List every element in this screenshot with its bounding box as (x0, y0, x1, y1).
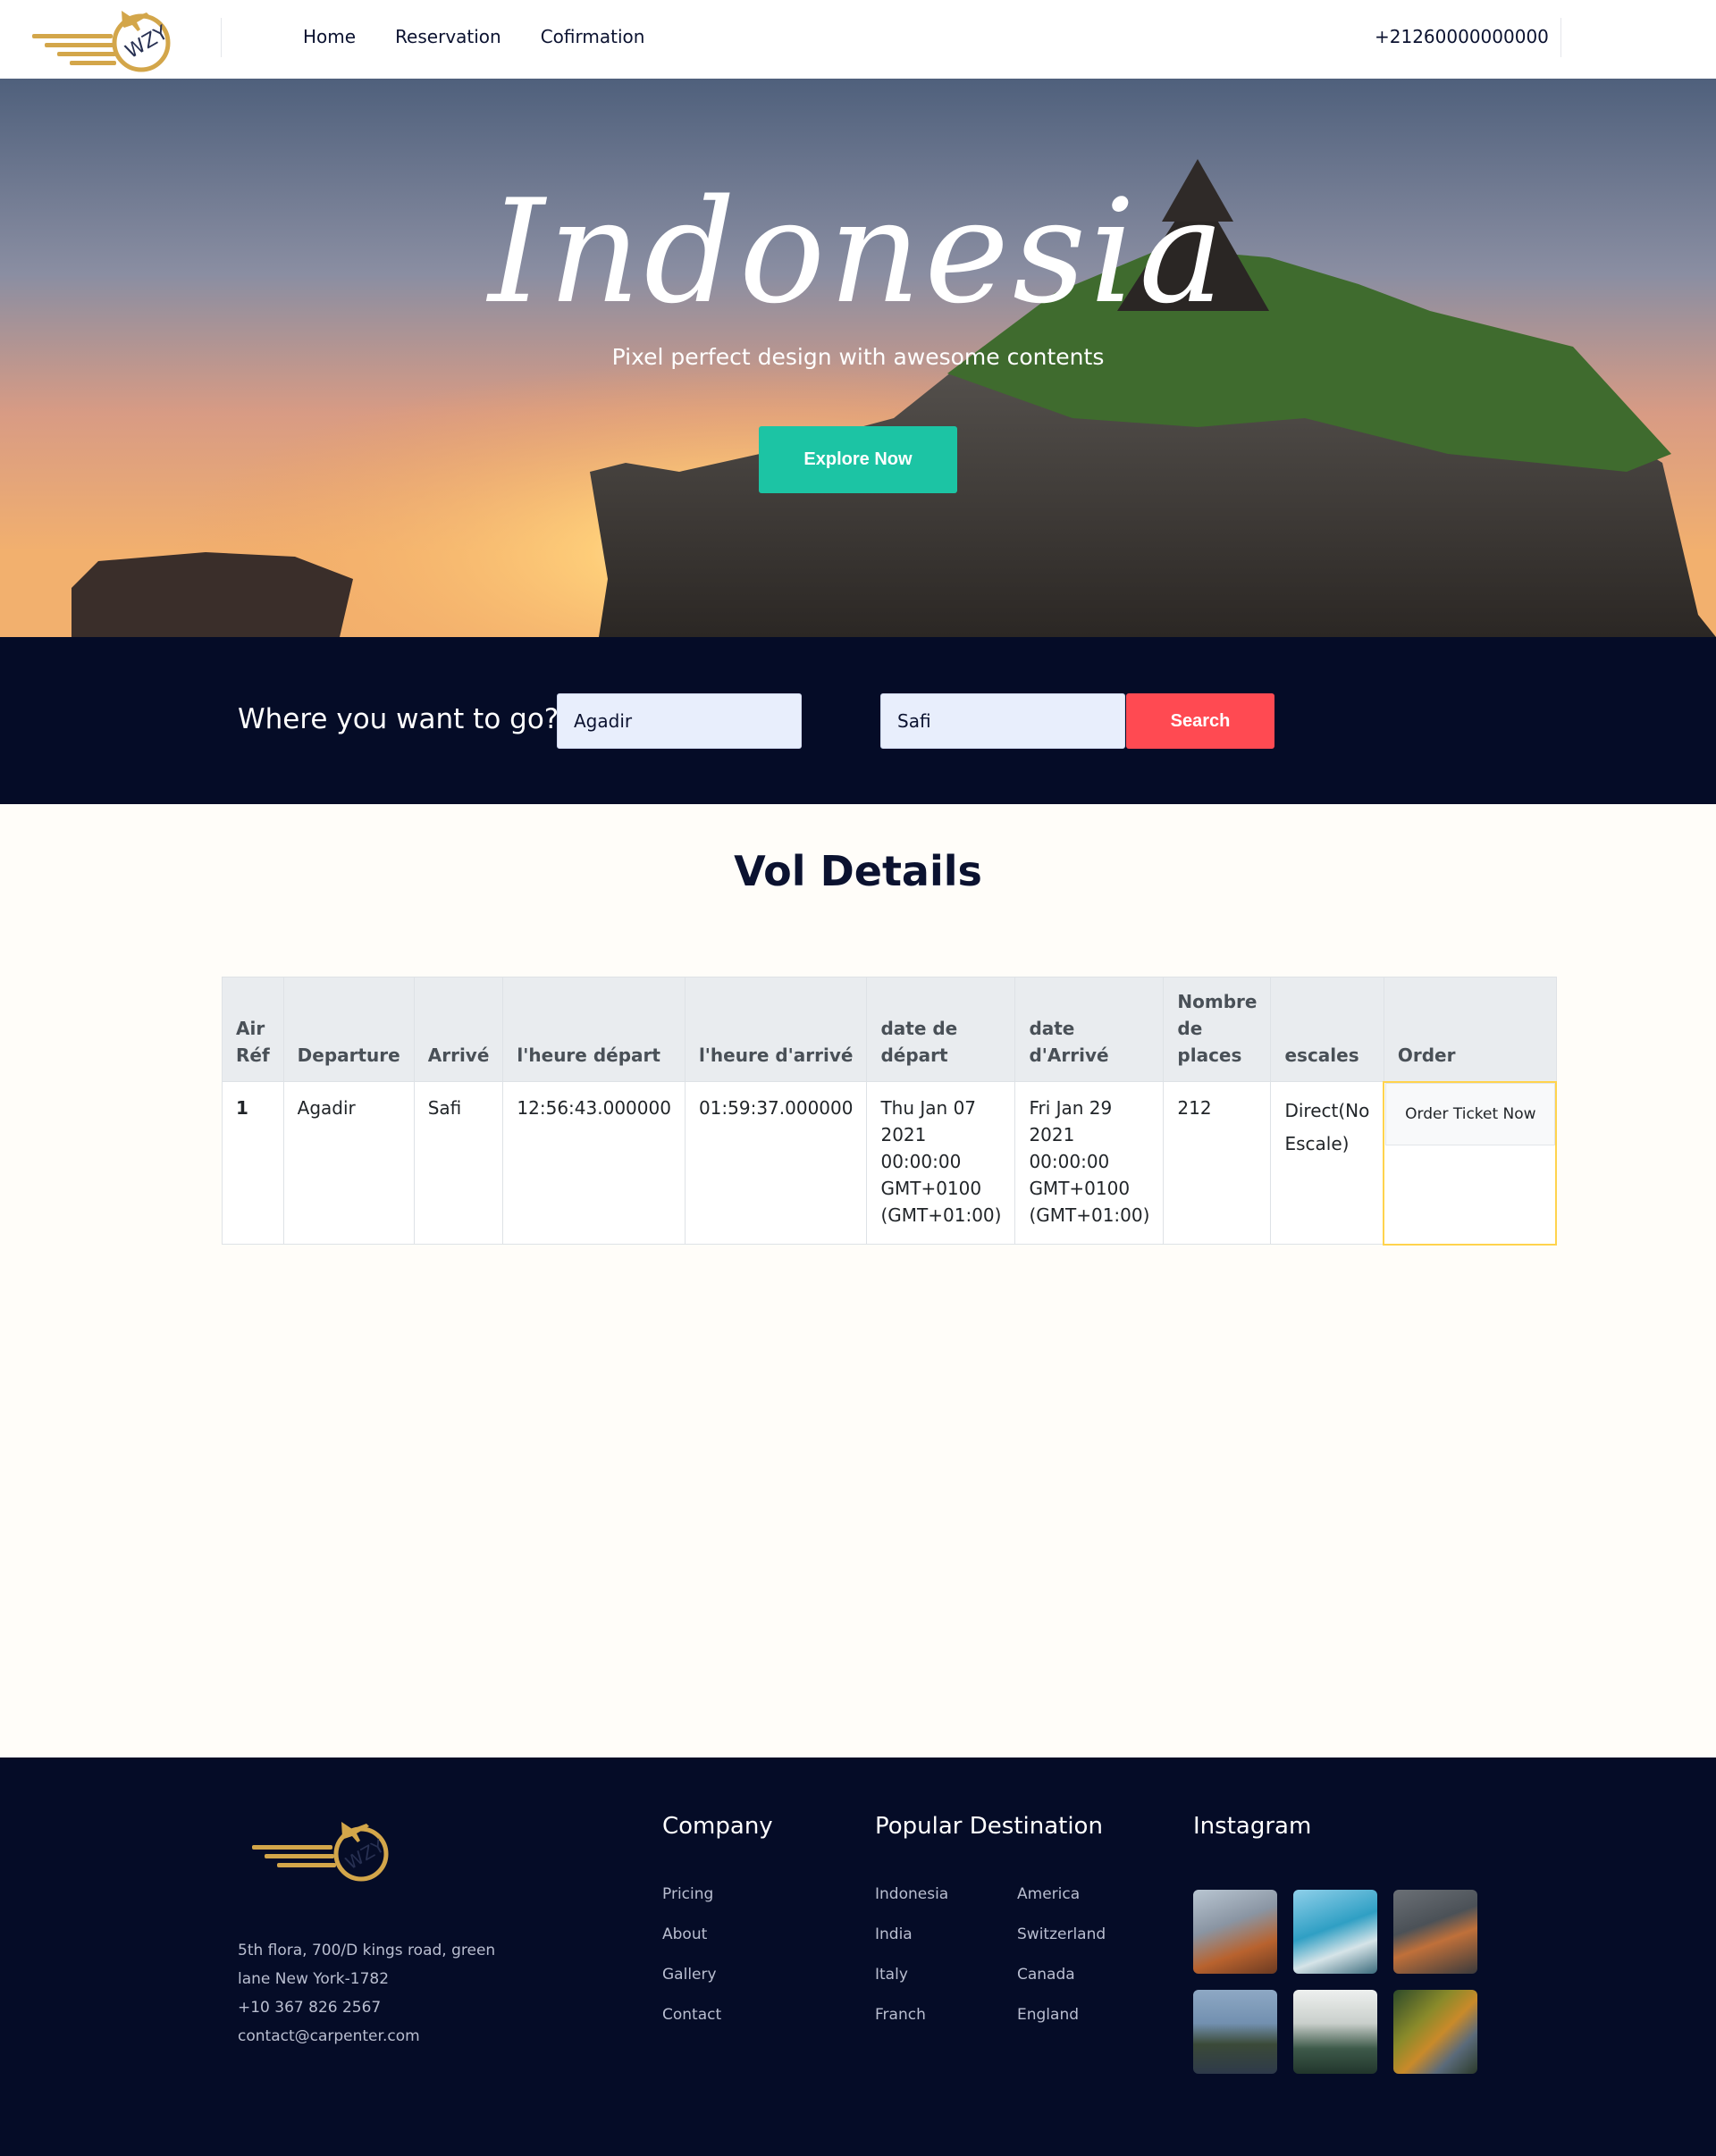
col-arrive: Arrivé (413, 977, 504, 1082)
instagram-photo[interactable] (1293, 1990, 1377, 2074)
col-date-arrive: date d'Arrivé (1014, 977, 1165, 1082)
arrival-input[interactable] (880, 693, 1125, 749)
footer-phone[interactable]: +10 367 826 2567 (238, 1993, 495, 2022)
instagram-title: Instagram (1193, 1813, 1312, 1840)
footer-link-contact[interactable]: Contact (662, 2006, 721, 2046)
main-nav: Home Reservation Cofirmation (303, 26, 644, 47)
nav-confirmation[interactable]: Cofirmation (541, 26, 645, 47)
col-escales: escales (1270, 977, 1384, 1082)
header-divider-right (1560, 18, 1561, 57)
footer-link-pricing[interactable]: Pricing (662, 1885, 721, 1925)
col-air-ref: Air Réf (222, 977, 284, 1082)
destination-england[interactable]: England (1017, 2006, 1106, 2046)
logo-icon[interactable]: WZY (30, 4, 182, 75)
order-ticket-button[interactable]: Order Ticket Now (1385, 1082, 1556, 1145)
hero-subtitle: Pixel perfect design with awesome conten… (611, 344, 1105, 370)
col-order: Order (1383, 977, 1557, 1082)
departure-input[interactable] (557, 693, 802, 749)
cell-arrive: Safi (413, 1081, 504, 1245)
site-footer: WZY 5th flora, 700/D kings road, green l… (0, 1758, 1716, 2156)
cell-departure: Agadir (282, 1081, 415, 1245)
col-places: Nombre de places (1163, 977, 1272, 1082)
destination-canada[interactable]: Canada (1017, 1966, 1106, 2006)
cell-heure-depart: 12:56:43.000000 (502, 1081, 686, 1245)
footer-email[interactable]: contact@carpenter.com (238, 2022, 495, 2051)
vol-details-title: Vol Details (734, 847, 982, 895)
destination-links-col1: Indonesia India Italy Franch (875, 1885, 948, 2046)
nav-home[interactable]: Home (303, 26, 356, 47)
instagram-photo[interactable] (1293, 1890, 1377, 1974)
header-phone[interactable]: +21260000000000 (1375, 26, 1549, 47)
cell-heure-arrive: 01:59:37.000000 (684, 1081, 868, 1245)
address-line: lane New York-1782 (238, 1970, 390, 1988)
col-date-depart: date de départ (866, 977, 1016, 1082)
address-line: 5th flora, 700/D kings road, green (238, 1942, 496, 1959)
destination-franch[interactable]: Franch (875, 2006, 948, 2046)
instagram-photo[interactable] (1193, 1990, 1277, 2074)
search-prompt: Where you want to go? (238, 703, 559, 735)
instagram-photo[interactable] (1393, 1990, 1477, 2074)
hero-banner: Indonesia Pixel perfect design with awes… (0, 79, 1716, 637)
footer-link-gallery[interactable]: Gallery (662, 1966, 721, 2006)
search-button[interactable]: Search (1126, 693, 1274, 749)
cell-order: Order Ticket Now (1383, 1080, 1558, 1246)
footer-address: 5th flora, 700/D kings road, green lane … (238, 1936, 495, 2051)
destination-title: Popular Destination (875, 1813, 1103, 1840)
cell-date-arrive: Fri Jan 29 2021 00:00:00 GMT+0100 (GMT+0… (1014, 1081, 1165, 1245)
col-heure-arrive: l'heure d'arrivé (684, 977, 868, 1082)
destination-america[interactable]: America (1017, 1885, 1106, 1925)
hero-title: Indonesia (488, 168, 1228, 335)
destination-links-col2: America Switzerland Canada England (1017, 1885, 1106, 2046)
col-heure-depart: l'heure départ (502, 977, 686, 1082)
destination-switzerland[interactable]: Switzerland (1017, 1925, 1106, 1966)
explore-now-button[interactable]: Explore Now (759, 426, 957, 493)
cell-date-depart: Thu Jan 07 2021 00:00:00 GMT+0100 (GMT+0… (866, 1081, 1016, 1245)
site-header: WZY Home Reservation Cofirmation +212600… (0, 0, 1716, 79)
cell-places: 212 (1163, 1081, 1272, 1245)
instagram-photo[interactable] (1393, 1890, 1477, 1974)
search-band: Where you want to go? Search (0, 637, 1716, 804)
footer-logo-icon[interactable]: WZY (250, 1815, 402, 1886)
destination-india[interactable]: India (875, 1925, 948, 1966)
table-row: 1 Agadir Safi 12:56:43.000000 01:59:37.0… (222, 1080, 1558, 1246)
destination-indonesia[interactable]: Indonesia (875, 1885, 948, 1925)
footer-link-about[interactable]: About (662, 1925, 721, 1966)
cell-escales: Direct(No Escale) (1270, 1081, 1384, 1245)
company-links: Pricing About Gallery Contact (662, 1885, 721, 2046)
destination-italy[interactable]: Italy (875, 1966, 948, 2006)
instagram-photo[interactable] (1193, 1890, 1277, 1974)
instagram-grid (1193, 1890, 1477, 2074)
nav-reservation[interactable]: Reservation (395, 26, 501, 47)
col-departure: Departure (282, 977, 415, 1082)
company-title: Company (662, 1813, 773, 1840)
table-header-row: Air Réf Departure Arrivé l'heure départ … (222, 977, 1557, 1082)
flight-table: Air Réf Departure Arrivé l'heure départ … (222, 977, 1558, 1246)
cell-ref: 1 (222, 1081, 284, 1245)
header-divider (221, 18, 222, 57)
